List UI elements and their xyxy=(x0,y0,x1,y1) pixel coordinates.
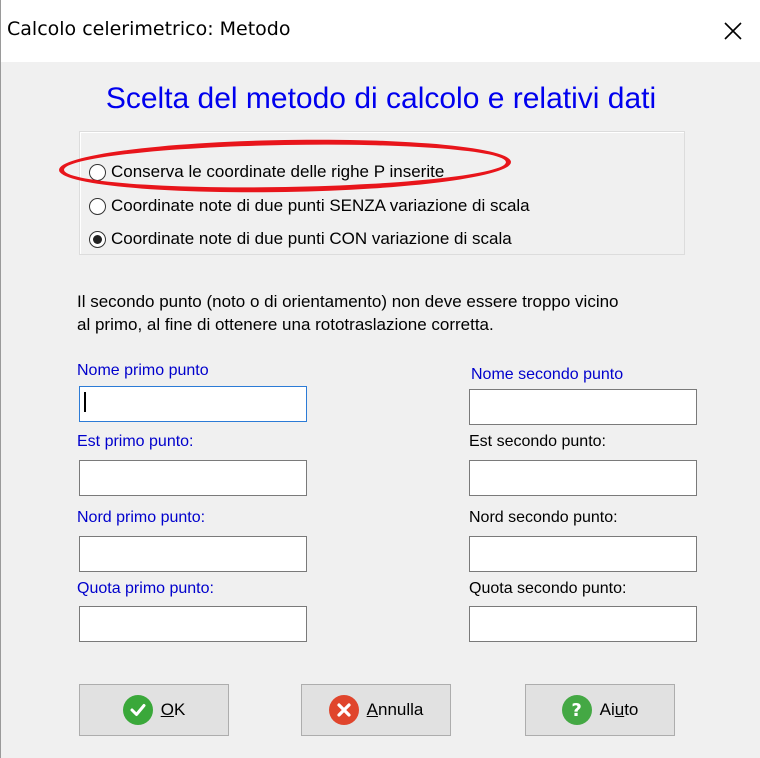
radio-option-senza-scala[interactable]: Coordinate note di due punti SENZA varia… xyxy=(89,193,530,219)
radio-label: Coordinate note di due punti SENZA varia… xyxy=(111,196,530,215)
annulla-button[interactable]: Annulla xyxy=(301,684,451,736)
ok-label: OK xyxy=(160,700,186,719)
radio-label: Coordinate note di due punti CON variazi… xyxy=(111,229,512,248)
label-nome-primo-punto: Nome primo punto xyxy=(77,362,209,379)
label-quota-primo-punto: Quota primo punto: xyxy=(77,580,214,597)
page-title: Scelta del metodo di calcolo e relativi … xyxy=(105,82,657,115)
info-text: Il secondo punto (noto o di orientamento… xyxy=(77,290,717,336)
title-bar: Calcolo celerimetrico: Metodo xyxy=(1,0,760,62)
check-icon xyxy=(122,695,153,725)
nome-primo-punto-input[interactable] xyxy=(79,386,307,422)
dialog-window: Calcolo celerimetrico: Metodo Scelta del… xyxy=(0,0,760,758)
help-icon: ? xyxy=(561,695,592,725)
info-text-line: al primo, al fine di ottenere una rototr… xyxy=(77,315,494,334)
aiuto-button[interactable]: ? Aiuto xyxy=(525,684,675,736)
ok-button[interactable]: OK xyxy=(79,684,229,736)
radio-option-con-scala[interactable]: Coordinate note di due punti CON variazi… xyxy=(89,226,512,252)
nome-secondo-punto-input[interactable] xyxy=(469,389,697,425)
label-nome-secondo-punto: Nome secondo punto xyxy=(471,366,624,383)
label-nord-secondo-punto: Nord secondo punto: xyxy=(469,509,618,526)
text-caret xyxy=(84,392,86,412)
quota-secondo-punto-input[interactable] xyxy=(469,606,697,642)
window-title: Calcolo celerimetrico: Metodo xyxy=(7,18,291,40)
nord-primo-punto-input[interactable] xyxy=(79,536,307,572)
close-icon xyxy=(724,22,742,40)
label-nord-primo-punto: Nord primo punto: xyxy=(77,509,206,526)
close-button[interactable] xyxy=(705,0,760,62)
est-primo-punto-input[interactable] xyxy=(79,460,307,496)
radio-button-selected[interactable] xyxy=(89,230,106,248)
radio-button[interactable] xyxy=(89,197,106,215)
annulla-label: Annulla xyxy=(366,700,424,719)
est-secondo-punto-input[interactable] xyxy=(469,460,697,496)
quota-primo-punto-input[interactable] xyxy=(79,606,307,642)
label-est-primo-punto: Est primo punto: xyxy=(77,433,194,450)
label-quota-secondo-punto: Quota secondo punto: xyxy=(469,580,627,597)
info-text-line: Il secondo punto (noto o di orientamento… xyxy=(77,292,619,311)
label-est-secondo-punto: Est secondo punto: xyxy=(469,433,606,450)
cancel-x-icon xyxy=(328,695,359,725)
aiuto-label: Aiuto xyxy=(599,700,639,719)
nord-secondo-punto-input[interactable] xyxy=(469,536,697,572)
